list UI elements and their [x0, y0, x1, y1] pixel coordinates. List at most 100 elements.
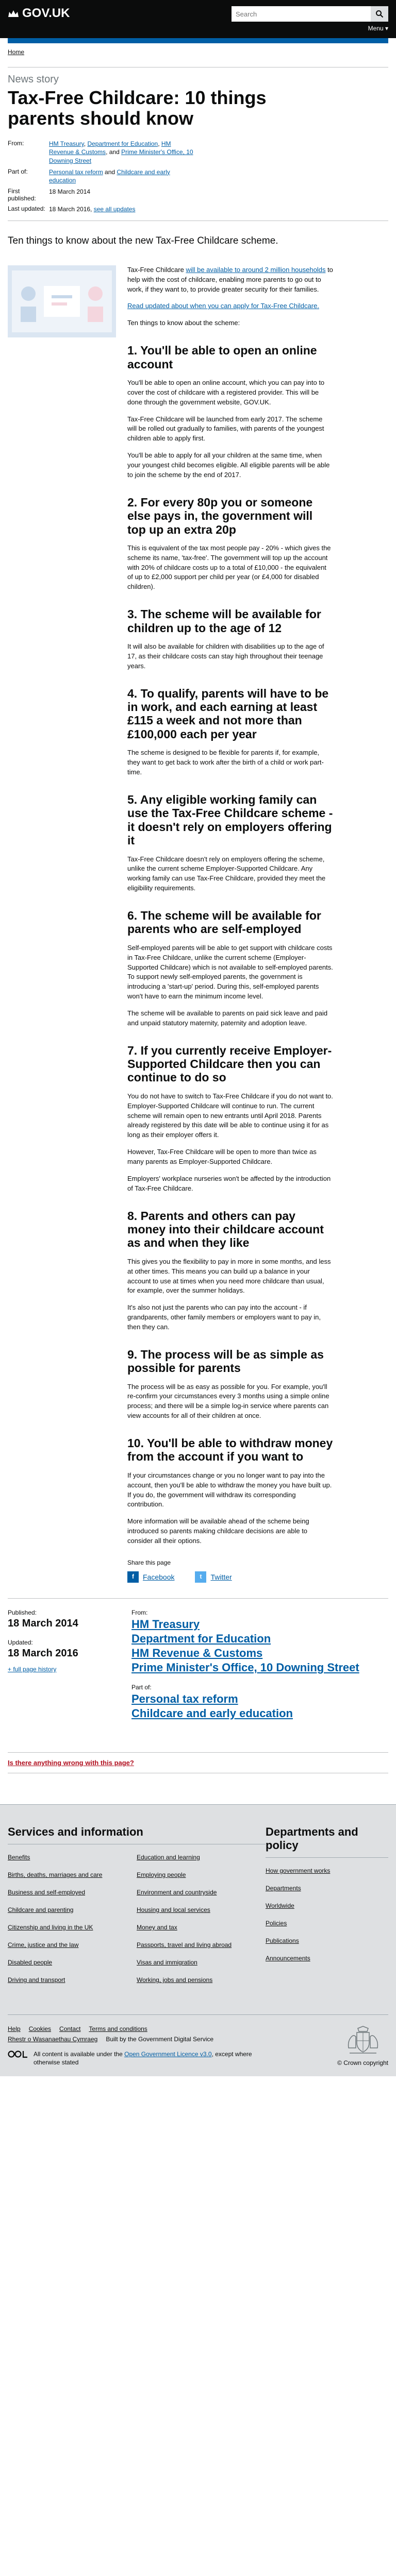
- footer-link[interactable]: Benefits: [8, 1854, 30, 1861]
- see-all-updates-link[interactable]: see all updates: [94, 206, 136, 213]
- search-button[interactable]: [371, 6, 388, 22]
- footer-link[interactable]: Passports, travel and living abroad: [137, 1941, 232, 1948]
- logo-text: GOV.UK: [22, 6, 70, 20]
- footer-link[interactable]: Education and learning: [137, 1854, 200, 1861]
- lead-image-column: [8, 265, 116, 1583]
- article-body: Tax-Free Childcare will be available to …: [8, 265, 388, 1583]
- from-link-dfe[interactable]: Department for Education: [87, 140, 158, 147]
- page-history-link[interactable]: + full page history: [8, 1666, 56, 1673]
- facebook-link[interactable]: Facebook: [143, 1572, 174, 1582]
- search-form: [232, 6, 388, 22]
- terms-link[interactable]: Terms and conditions: [89, 2025, 147, 2032]
- document-footer-metadata: Published: 18 March 2014 Updated: 18 Mar…: [8, 1609, 388, 1730]
- footer-from-hmrc[interactable]: HM Revenue & Customs: [131, 1647, 379, 1660]
- menu-button[interactable]: Menu ▾: [8, 25, 388, 32]
- crown-copyright: © Crown copyright: [337, 2025, 388, 2066]
- footer-part-of-tax-reform[interactable]: Personal tax reform: [131, 1692, 379, 1706]
- breadcrumb-home[interactable]: Home: [8, 48, 24, 56]
- footer-from-hm-treasury[interactable]: HM Treasury: [131, 1618, 379, 1631]
- search-input[interactable]: [232, 6, 371, 22]
- footer-link[interactable]: Announcements: [266, 1955, 310, 1962]
- first-published-value: 18 March 2014: [49, 188, 91, 196]
- departments-heading: Departments and policy: [266, 1825, 388, 1858]
- share-twitter[interactable]: t Twitter: [195, 1571, 232, 1583]
- published-label: Published:: [8, 1609, 37, 1617]
- govuk-logo[interactable]: GOV.UK: [8, 6, 70, 21]
- footer-link[interactable]: Business and self-employed: [8, 1889, 85, 1896]
- footer-link[interactable]: How government works: [266, 1867, 330, 1874]
- footer-link[interactable]: Employing people: [137, 1871, 186, 1878]
- apply-paragraph: Read updated about when you can apply fo…: [127, 301, 334, 311]
- section-paragraph: Tax-Free Childcare doesn't rely on emplo…: [127, 855, 326, 892]
- section-paragraph: The scheme will be available to parents …: [127, 1009, 328, 1027]
- page-title: Tax-Free Childcare: 10 things parents sh…: [8, 87, 267, 129]
- article-text: Tax-Free Childcare will be available to …: [127, 265, 334, 1583]
- section-paragraph: This gives you the flexibility to pay in…: [127, 1257, 331, 1295]
- footer-from-pmo[interactable]: Prime Minister's Office, 10 Downing Stre…: [131, 1661, 379, 1674]
- first-published-label: First published:: [8, 188, 36, 202]
- section-heading: 6. The scheme will be available for pare…: [127, 908, 321, 936]
- footer-meta-links: Help Cookies Contact Terms and condition…: [8, 2025, 224, 2043]
- services-section: Services and information Benefits Births…: [8, 1825, 266, 1994]
- footer-part-of-label: Part of:: [131, 1684, 152, 1691]
- footer-link[interactable]: Publications: [266, 1937, 299, 1944]
- footer-link[interactable]: Money and tax: [137, 1924, 177, 1931]
- footer-link[interactable]: Policies: [266, 1920, 287, 1927]
- intro-paragraph: Tax-Free Childcare will be available to …: [127, 265, 333, 293]
- help-link[interactable]: Help: [8, 2025, 21, 2032]
- section-paragraph: More information will be available ahead…: [127, 1517, 309, 1545]
- section-paragraph: However, Tax-Free Childcare will be open…: [127, 1148, 317, 1165]
- footer-link[interactable]: Crime, justice and the law: [8, 1941, 78, 1948]
- section-paragraph: The process will be as easy as possible …: [127, 1382, 329, 1420]
- section-paragraph: Tax-Free Childcare will be launched from…: [127, 415, 324, 443]
- contact-link[interactable]: Contact: [59, 2025, 80, 2032]
- last-updated-value: 18 March 2016,: [49, 206, 92, 213]
- from-link-hm-treasury[interactable]: HM Treasury: [49, 140, 84, 147]
- footer-link[interactable]: Working, jobs and pensions: [137, 1976, 212, 1984]
- section-paragraph: You'll be able to open an online account…: [127, 379, 325, 406]
- footer-link[interactable]: Childcare and parenting: [8, 1906, 73, 1913]
- section-heading: 5. Any eligible working family can use t…: [127, 792, 333, 848]
- footer-from-label: From:: [131, 1609, 148, 1617]
- document-type: News story: [8, 74, 59, 85]
- footer-link[interactable]: Housing and local services: [137, 1906, 210, 1913]
- footer-from-dfe[interactable]: Department for Education: [131, 1632, 379, 1646]
- twitter-icon: t: [195, 1571, 207, 1583]
- share-facebook[interactable]: f Facebook: [127, 1571, 174, 1583]
- section-paragraph: You do not have to switch to Tax-Free Ch…: [127, 1092, 333, 1139]
- footer-link[interactable]: Citizenship and living in the UK: [8, 1924, 93, 1931]
- footer-link[interactable]: Departments: [266, 1885, 301, 1892]
- updated-value: 18 March 2016: [8, 1648, 78, 1659]
- footer-link[interactable]: Births, deaths, marriages and care: [8, 1871, 102, 1878]
- document-metadata: From: HM Treasury, Department for Educat…: [8, 140, 193, 213]
- cookies-link[interactable]: Cookies: [29, 2025, 51, 2032]
- footer-part-of-childcare[interactable]: Childcare and early education: [131, 1707, 379, 1720]
- footer-link[interactable]: Disabled people: [8, 1959, 52, 1966]
- from-label: From:: [8, 140, 24, 147]
- two-million-link[interactable]: will be available to around 2 million ho…: [186, 266, 325, 274]
- document-summary: Ten things to know about the new Tax-Fre…: [8, 235, 278, 247]
- built-by-text: Built by the Government Digital Service: [106, 2036, 214, 2043]
- search-icon: [376, 10, 384, 18]
- section-heading: 2. For every 80p you or someone else pay…: [127, 495, 313, 536]
- section-paragraph: Self-employed parents will be able to ge…: [127, 943, 333, 1001]
- footer-link[interactable]: Driving and transport: [8, 1976, 65, 1984]
- footer-link[interactable]: Environment and countryside: [137, 1889, 217, 1896]
- updated-label: Updated:: [8, 1639, 33, 1647]
- apply-link[interactable]: Read updated about when you can apply fo…: [127, 302, 319, 310]
- lead-image: [8, 265, 116, 337]
- section-heading: 4. To qualify, parents will have to be i…: [127, 686, 329, 741]
- services-list-2: Education and learning Employing people …: [137, 1854, 266, 1994]
- royal-coat-of-arms-icon: [348, 2026, 378, 2054]
- section-heading: 10. You'll be able to withdraw money fro…: [127, 1436, 333, 1464]
- footer-link[interactable]: Worldwide: [266, 1902, 294, 1909]
- report-problem-link[interactable]: Is there anything wrong with this page?: [8, 1759, 134, 1767]
- crown-icon: [8, 10, 19, 17]
- twitter-link[interactable]: Twitter: [210, 1572, 232, 1582]
- footer-link[interactable]: Visas and immigration: [137, 1959, 197, 1966]
- ogl-link[interactable]: Open Government Licence v3.0: [124, 2050, 211, 2058]
- welsh-services-link[interactable]: Rhestr o Wasanaethau Cymraeg: [8, 2036, 97, 2043]
- departments-section: Departments and policy How government wo…: [266, 1825, 388, 1994]
- section-paragraph: Employers' workplace nurseries won't be …: [127, 1174, 331, 1192]
- part-of-link-tax-reform[interactable]: Personal tax reform: [49, 168, 103, 176]
